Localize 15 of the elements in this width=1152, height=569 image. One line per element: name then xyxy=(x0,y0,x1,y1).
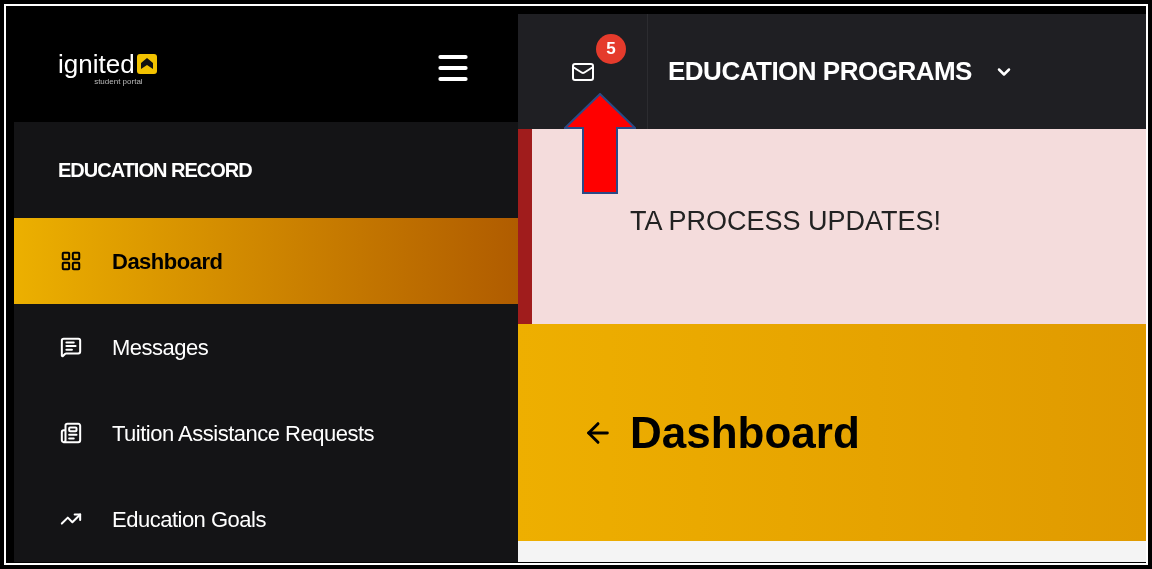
documents-icon xyxy=(60,422,82,444)
logo-tagline: student portal xyxy=(94,77,143,86)
sidebar-item[interactable]: Dashboard xyxy=(14,218,518,304)
sidebar-item[interactable]: Education Goals xyxy=(14,476,518,562)
sidebar-item[interactable]: Messages xyxy=(14,304,518,390)
program-dropdown[interactable]: EDUCATION PROGRAMS xyxy=(668,52,1014,91)
logo-wordmark: ignited xyxy=(58,50,135,77)
notification-badge: 5 xyxy=(596,34,626,64)
page-title: Dashboard xyxy=(630,406,860,459)
banner-text: TA PROCESS UPDATES! xyxy=(630,205,942,239)
grid-icon xyxy=(60,250,82,272)
sidebar-item[interactable]: Tuition Assistance Requests xyxy=(14,390,518,476)
logo-icon xyxy=(136,53,157,74)
chat-icon xyxy=(60,336,82,358)
section-title: EDUCATION RECORD xyxy=(58,158,252,184)
